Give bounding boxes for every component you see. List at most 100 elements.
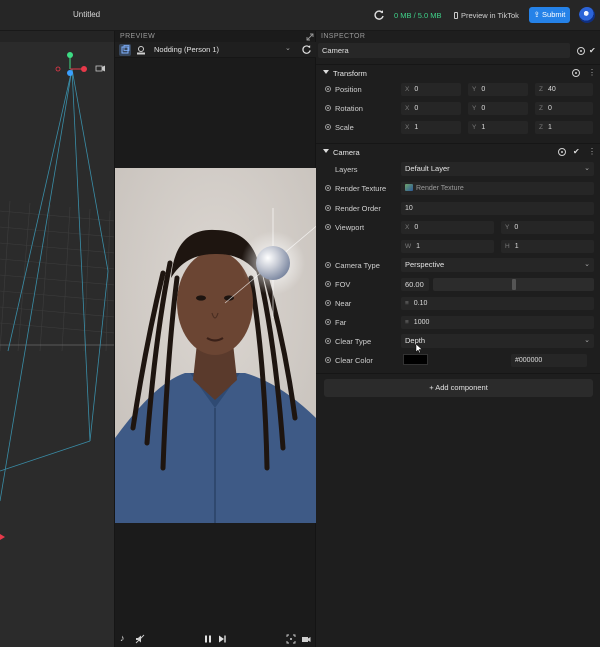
position-z-field[interactable]: Z 40 — [535, 83, 593, 96]
keyframe-icon[interactable] — [325, 300, 331, 306]
transform-more-icon[interactable]: ⋮ — [588, 68, 596, 77]
transform-visibility-icon[interactable] — [572, 69, 580, 77]
clear-color-row: Clear Color #000000 — [316, 353, 600, 368]
visibility-icon[interactable] — [577, 47, 585, 55]
add-component-button[interactable]: + Add component — [324, 379, 593, 397]
object-name-field[interactable]: Camera — [318, 43, 570, 58]
scale-z-field[interactable]: Z1 — [535, 121, 593, 134]
render-order-label: Render Order — [335, 204, 381, 213]
keyframe-icon[interactable] — [325, 124, 331, 130]
layers-row: Layers Default Layer ⌄ — [316, 162, 600, 177]
render-order-row: Render Order 10 — [316, 201, 600, 216]
clear-type-label: Clear Type — [335, 337, 372, 346]
divider — [316, 373, 600, 374]
viewport-x-field[interactable]: X0 — [401, 221, 494, 234]
grid-lines — [0, 200, 114, 352]
camera-enabled-checkbox[interactable]: ✔ — [573, 147, 580, 156]
person-camera-icon[interactable] — [136, 45, 146, 55]
scale-x-field[interactable]: X1 — [401, 121, 461, 134]
expand-icon[interactable] — [306, 33, 314, 41]
keyframe-icon[interactable] — [325, 185, 331, 191]
viewport-size-row: W1 H1 — [316, 239, 600, 254]
fov-slider-thumb[interactable] — [511, 279, 516, 290]
position-y-field[interactable]: Y0 — [468, 83, 528, 96]
preview-selector-row: Nodding (Person 1) ⌄ — [115, 42, 316, 58]
preview-panel: PREVIEW Nodding (Person 1) ⌄ ♪ — [115, 31, 316, 647]
keyframe-icon[interactable] — [325, 224, 331, 230]
keyframe-icon[interactable] — [325, 281, 331, 287]
rotation-label: Rotation — [335, 104, 363, 113]
viewport-row: Viewport X0 Y0 — [316, 220, 600, 235]
simulator-icon[interactable] — [119, 44, 131, 56]
submit-button[interactable]: ⇪ Submit — [529, 7, 570, 23]
clear-type-row: Clear Type Depth ⌄ — [316, 334, 600, 354]
rotation-x-field[interactable]: X0 — [401, 102, 461, 115]
reload-preview-icon[interactable] — [301, 44, 312, 55]
preview-clip-select[interactable]: Nodding (Person 1) — [154, 45, 219, 54]
rotation-z-field[interactable]: Z0 — [535, 102, 593, 115]
avatar[interactable] — [579, 7, 595, 23]
step-forward-icon[interactable] — [217, 634, 227, 644]
chevron-down-icon: ⌄ — [584, 165, 590, 172]
collapse-triangle-icon[interactable] — [323, 70, 329, 74]
camera-switch-icon[interactable] — [301, 634, 311, 644]
far-field[interactable]: ≡ 1000 — [401, 316, 594, 329]
keyframe-icon[interactable] — [325, 338, 331, 344]
keyframe-icon[interactable] — [325, 319, 331, 325]
far-row: Far ≡ 1000 — [316, 315, 600, 330]
preview-in-tiktok-button[interactable]: Preview in TikTok — [454, 11, 519, 20]
position-row: Position X0 Y0 Z 40 — [316, 82, 600, 97]
rotation-y-field[interactable]: Y0 — [468, 102, 528, 115]
chevron-down-icon[interactable]: ⌄ — [285, 44, 291, 52]
enabled-checkbox[interactable]: ✔ — [589, 46, 596, 55]
position-x-field[interactable]: X0 — [401, 83, 461, 96]
viewport-w-field[interactable]: W1 — [401, 240, 494, 253]
near-field[interactable]: ≡ 0.10 — [401, 297, 594, 310]
scale-label: Scale — [335, 123, 354, 132]
chevron-down-icon: ⌄ — [584, 261, 590, 268]
rotation-row: Rotation X0 Y0 Z0 — [316, 101, 600, 116]
fov-row: FOV 60.00 — [316, 277, 600, 292]
render-order-field[interactable]: 10 — [401, 202, 594, 215]
render-texture-field[interactable]: Render Texture — [401, 182, 594, 195]
clear-color-hex-field[interactable]: #000000 — [511, 354, 587, 367]
camera-title: Camera — [333, 148, 360, 157]
camera-type-dropdown[interactable]: Perspective ⌄ — [401, 258, 594, 272]
render-texture-row: Render Texture Render Texture — [316, 181, 600, 196]
layers-dropdown[interactable]: Default Layer ⌄ — [401, 162, 594, 176]
keyframe-icon[interactable] — [325, 205, 331, 211]
render-texture-label: Render Texture — [335, 184, 387, 193]
keyframe-icon[interactable] — [325, 86, 331, 92]
tiktok-icon[interactable]: ♪ — [120, 633, 130, 643]
viewport-y-field[interactable]: Y0 — [501, 221, 594, 234]
camera-more-icon[interactable]: ⋮ — [588, 147, 596, 156]
keyframe-icon[interactable] — [325, 105, 331, 111]
collapse-triangle-icon[interactable] — [323, 149, 329, 153]
keyframe-icon[interactable] — [325, 262, 331, 268]
scale-row: Scale X1 Y1 Z1 — [316, 120, 600, 135]
refresh-icon[interactable] — [373, 9, 385, 21]
clear-color-swatch[interactable] — [403, 354, 428, 365]
scene-viewport[interactable] — [0, 31, 115, 647]
transform-section-header[interactable]: Transform ⋮ — [316, 64, 600, 80]
clear-color-label: Clear Color — [335, 356, 373, 365]
camera-section-header[interactable]: Camera ✔ ⋮ — [316, 143, 600, 159]
chevron-down-icon: ⌄ — [584, 337, 590, 344]
object-name-row: Camera ✔ — [318, 43, 599, 59]
camera-type-label: Camera Type — [335, 261, 380, 270]
upload-icon: ⇪ — [533, 10, 540, 19]
fullscreen-icon[interactable] — [286, 634, 296, 644]
scale-y-field[interactable]: Y1 — [468, 121, 528, 134]
clear-type-dropdown[interactable]: Depth ⌄ — [401, 334, 594, 348]
drag-handle-icon: ≡ — [405, 319, 409, 326]
camera-visibility-icon[interactable] — [558, 148, 566, 156]
x-axis-arrow — [0, 534, 5, 540]
preview-controls: ♪ — [115, 631, 316, 647]
mute-icon[interactable] — [135, 634, 145, 644]
viewport-h-field[interactable]: H1 — [501, 240, 594, 253]
keyframe-icon[interactable] — [325, 357, 331, 363]
preview-image — [115, 168, 316, 523]
pause-icon[interactable] — [203, 634, 213, 644]
fov-value-field[interactable]: 60.00 — [401, 278, 429, 291]
memory-usage: 0 MB / 5.0 MB — [394, 11, 442, 20]
